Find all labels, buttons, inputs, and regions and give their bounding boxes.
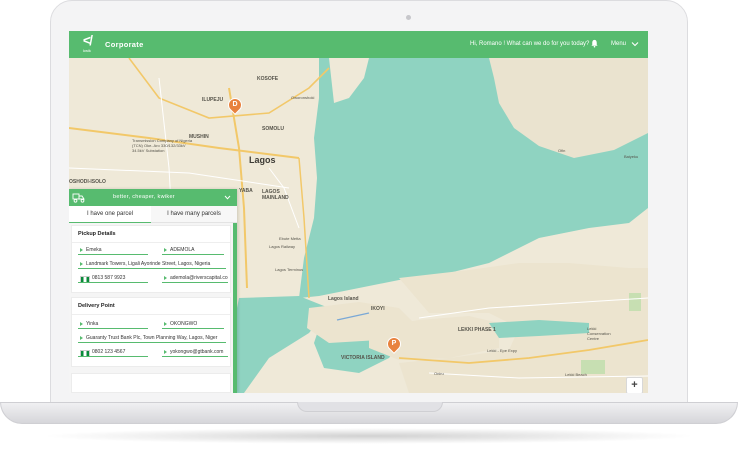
- map-label-victoria-island: VICTORIA ISLAND: [341, 355, 385, 361]
- laptop-shadow: [40, 428, 698, 444]
- delivery-phone-field[interactable]: 0802 123 4567: [78, 348, 148, 357]
- delivery-phone-value: 0802 123 4567: [92, 349, 126, 355]
- collapse-chevron-icon[interactable]: [224, 194, 231, 201]
- zoom-in-button[interactable]: +: [626, 377, 643, 393]
- delivery-title: Delivery Point: [78, 303, 115, 309]
- bell-icon[interactable]: [590, 39, 599, 48]
- map-label-oworonshoki: Oworonshoki: [291, 95, 315, 100]
- map-label-lagos-terminus: Lagos Terminus: [275, 267, 304, 272]
- map-label-ikoyi: IKOYI: [371, 306, 385, 312]
- map-label-lekki-epe: Lekki - Epe Expy: [487, 348, 518, 353]
- laptop-notch: [297, 402, 443, 412]
- top-bar: ≮ kwik Corporate Hi, Romano ! What can w…: [69, 31, 648, 58]
- pickup-phone-field[interactable]: 0813 587 9923: [78, 274, 148, 283]
- pickup-card: Pickup Details Emeka ADEMOLA Landmark To…: [71, 225, 231, 293]
- pickup-last-name-field[interactable]: ADEMOLA: [162, 246, 224, 255]
- map-label-ebute-metta: Ebute Metta: [279, 236, 301, 241]
- parcel-tabs: I have one parcel I have many parcels: [69, 206, 237, 224]
- greeting-text: Hi, Romano ! What can we do for you toda…: [470, 41, 590, 47]
- pickup-email-field[interactable]: ademola@riverscapital.co: [162, 274, 228, 283]
- pickup-address-field[interactable]: Landmark Towers, Ligali Ayorinde Street,…: [78, 260, 226, 269]
- kwik-logo[interactable]: ≮ kwik: [78, 33, 96, 55]
- panel-header[interactable]: better, cheaper, kwiker: [69, 189, 237, 206]
- next-card: [71, 373, 231, 393]
- map-label-lagos: Lagos: [249, 155, 276, 165]
- chevron-down-icon[interactable]: [631, 40, 639, 48]
- camera-icon: [406, 15, 411, 20]
- pickup-phone-value: 0813 587 9923: [92, 275, 126, 281]
- map-label-transmission: Transmission Company of Nigeria (TCN) Ok…: [132, 138, 193, 153]
- delivery-scooter-icon: [72, 193, 85, 203]
- app-screen: KOSOFE ILUPEJU Oworonshoki MUSHIN SOMOLU…: [69, 31, 648, 393]
- map-label-ofin: Ofin: [558, 148, 566, 153]
- divider: [72, 314, 230, 315]
- map-label-oshodi: OSHODI-ISOLO: [69, 179, 106, 185]
- delivery-email-field[interactable]: yokongwo@gtbank.com: [162, 348, 228, 357]
- map-label-oniru: Oniru: [434, 371, 444, 376]
- map-label-lekki-beach: Lekki Beach: [565, 372, 587, 377]
- pickup-first-name-field[interactable]: Emeka: [78, 246, 148, 255]
- order-panel: better, cheaper, kwiker I have one parce…: [69, 189, 237, 393]
- kwik-logo-icon: ≮: [82, 32, 92, 48]
- pickup-title: Pickup Details: [78, 231, 116, 237]
- slogan-text: better, cheaper, kwiker: [113, 194, 175, 200]
- map-label-baiyeku: Baiyeku: [624, 154, 639, 159]
- delivery-address-field[interactable]: Guaranty Trust Bank Plc, Town Planning W…: [78, 334, 226, 343]
- map-label-lekki-phase1: LEKKI PHASE 1: [458, 327, 496, 333]
- tab-many-parcels[interactable]: I have many parcels: [151, 206, 237, 222]
- map-label-yaba: YABA: [239, 188, 253, 194]
- map-label-lagos-mainland: LAGOS MAINLAND: [262, 189, 289, 201]
- panel-body: Pickup Details Emeka ADEMOLA Landmark To…: [69, 223, 233, 393]
- logo-text: kwik: [83, 48, 91, 53]
- map-label-lagos-island: Lagos Island: [328, 296, 359, 302]
- map-label-lekki-conservation: Lekki Conservation Centre: [587, 326, 611, 341]
- menu-button[interactable]: Menu: [611, 41, 626, 47]
- page-title: Corporate: [105, 40, 144, 49]
- panel-scroll-rail[interactable]: [233, 223, 237, 393]
- nigeria-flag-icon: [80, 276, 90, 282]
- delivery-last-name-field[interactable]: OKONGWO: [162, 320, 224, 329]
- divider: [72, 242, 230, 243]
- map-label-ilupeju: ILUPEJU: [202, 97, 224, 103]
- tab-one-parcel[interactable]: I have one parcel: [69, 206, 151, 224]
- map-label-lagos-railway: Lagos Railway: [269, 244, 296, 249]
- map-label-somolu: SOMOLU: [262, 126, 284, 132]
- map-label-kosofe: KOSOFE: [257, 76, 279, 82]
- delivery-card: Delivery Point Yinka OKONGWO Guaranty Tr…: [71, 297, 231, 367]
- nigeria-flag-icon: [80, 350, 90, 356]
- delivery-first-name-field[interactable]: Yinka: [78, 320, 148, 329]
